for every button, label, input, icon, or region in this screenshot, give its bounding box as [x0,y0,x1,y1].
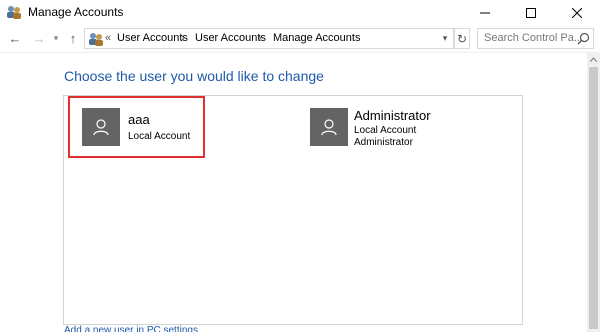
chevron-up-icon [590,56,597,62]
scroll-up-button[interactable] [587,53,600,65]
close-icon [572,7,582,18]
breadcrumb-separator[interactable]: › [258,32,262,44]
account-name: Administrator [354,108,431,123]
search-icon [577,32,590,45]
recent-locations-button[interactable]: ▾ [50,29,62,47]
user-icon [321,119,337,136]
overflow-chevrons[interactable]: « [105,32,111,44]
users-control-panel-icon [6,5,22,19]
scroll-thumb[interactable] [589,67,598,329]
account-tile-aaa[interactable]: aaa Local Account [68,96,205,158]
breadcrumb-manage-accounts[interactable]: Manage Accounts [273,32,360,44]
address-bar[interactable]: « User Accounts › User Accounts › Manage… [84,28,454,49]
account-type: Local Account [354,125,417,136]
close-button[interactable] [554,0,600,25]
search-input[interactable]: Search Control Pa... [477,28,594,49]
account-role: Administrator [354,137,413,148]
address-dropdown-button[interactable]: ▾ [438,28,452,49]
page-heading: Choose the user you would like to change [64,68,324,84]
title-bar: Manage Accounts [0,0,600,25]
breadcrumb-separator[interactable]: › [181,32,185,44]
maximize-icon [526,7,536,18]
window-title: Manage Accounts [28,5,124,19]
back-button[interactable]: ← [6,29,24,47]
accounts-list: aaa Local Account Administrator Local Ac… [63,95,523,325]
avatar [82,108,120,146]
breadcrumb-user-accounts[interactable]: User Accounts [117,32,188,44]
forward-button[interactable]: → [30,29,48,47]
user-icon [93,119,109,136]
up-arrow-icon: ↑ [69,30,77,46]
chevron-down-icon: ▾ [53,32,59,43]
minimize-button[interactable] [462,0,508,25]
account-name: aaa [128,112,150,127]
refresh-icon: ↻ [456,31,468,46]
minimize-icon [480,12,490,13]
main-content: Choose the user you would like to change… [0,53,587,332]
up-button[interactable]: ↑ [64,29,82,47]
back-arrow-icon: ← [8,30,22,46]
refresh-button[interactable]: ↻ [454,28,470,49]
account-tile-administrator[interactable]: Administrator Local Account Administrato… [310,96,510,158]
control-panel-icon [88,31,104,46]
avatar [310,108,348,146]
chevron-down-icon: ▾ [442,33,448,43]
vertical-scrollbar[interactable] [587,53,600,332]
account-type: Local Account [128,131,191,142]
breadcrumb-user-accounts-sub[interactable]: User Accounts [195,32,266,44]
forward-arrow-icon: → [32,30,46,46]
maximize-button[interactable] [508,0,554,25]
search-placeholder: Search Control Pa... [484,32,584,44]
add-new-user-link[interactable]: Add a new user in PC settings [64,325,198,332]
